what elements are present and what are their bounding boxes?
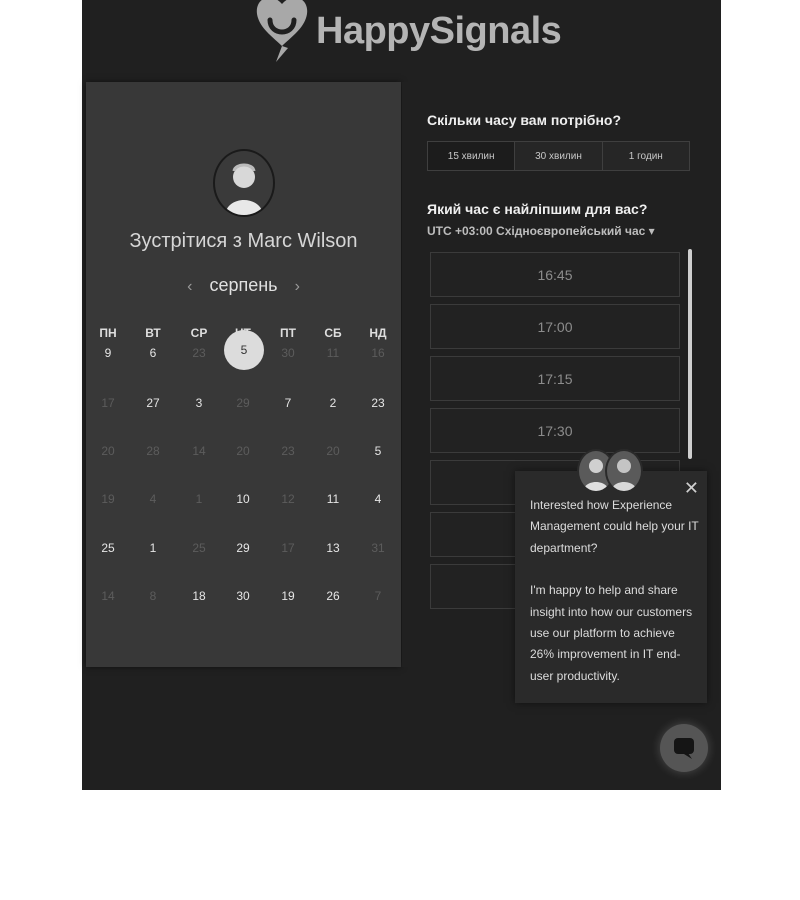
calendar-day[interactable]: 7 (273, 396, 303, 410)
chat-message-line: I'm happy to help and share insight into… (530, 583, 693, 683)
calendar-day[interactable]: 9 (93, 346, 123, 360)
calendar-day: 11 (326, 346, 340, 360)
calendar-day: 30 (281, 346, 295, 360)
meeting-title: Зустрітися з Marc Wilson (129, 230, 358, 252)
time-slot[interactable]: 17:00 (430, 304, 680, 349)
weekday-label: СБ (324, 326, 342, 340)
time-slot[interactable]: 17:15 (430, 356, 680, 401)
calendar-day: 31 (371, 541, 385, 555)
weekday-label: ПН (99, 326, 117, 340)
calendar-day: 20 (326, 444, 340, 458)
chat-launcher-button[interactable] (660, 724, 708, 772)
time-slot[interactable]: 17:30 (430, 408, 680, 453)
calendar-day: 16 (371, 346, 385, 360)
time-question: Який час є найліпшим для вас? (427, 201, 648, 217)
calendar-day: 17 (101, 396, 115, 410)
calendar-day[interactable]: 18 (184, 589, 214, 603)
calendar-day[interactable]: 4 (363, 492, 393, 506)
calendar-day[interactable]: 25 (93, 541, 123, 555)
calendar-day: 14 (101, 589, 115, 603)
host-avatar (213, 149, 275, 217)
weekday-label: НД (369, 326, 387, 340)
calendar-day[interactable]: 30 (228, 589, 258, 603)
calendar-day[interactable]: 13 (318, 541, 348, 555)
calendar-day: 23 (192, 346, 206, 360)
time-slot[interactable]: 16:45 (430, 252, 680, 297)
heart-logo-icon (256, 0, 308, 62)
duration-option-30[interactable]: 30 хвилин (515, 142, 603, 170)
chat-message-line: Interested how Experience Management cou… (530, 498, 699, 555)
month-navigation: ‹ серпень › (86, 275, 401, 296)
calendar-day: 7 (374, 589, 382, 603)
calendar-panel: Зустрітися з Marc Wilson ‹ серпень › ПН В… (86, 82, 401, 667)
calendar-day[interactable]: 19 (273, 589, 303, 603)
duration-option-60[interactable]: 1 годин (603, 142, 689, 170)
calendar-day: 19 (101, 492, 115, 506)
calendar-day[interactable]: 3 (184, 396, 214, 410)
calendar-day: 8 (149, 589, 157, 603)
calendar-day[interactable]: 26 (318, 589, 348, 603)
calendar-day: 29 (236, 396, 250, 410)
calendar-day[interactable]: 2 (318, 396, 348, 410)
calendar-day[interactable]: 6 (138, 346, 168, 360)
weekday-label: ПТ (280, 326, 296, 340)
weekday-label: ВТ (145, 326, 161, 340)
calendar-day: 4 (149, 492, 157, 506)
calendar-day: 25 (192, 541, 206, 555)
chat-message: Interested how Experience Management cou… (530, 495, 700, 687)
time-slots-scrollbar[interactable] (688, 249, 692, 459)
duration-question: Скільки часу вам потрібно? (427, 112, 622, 128)
calendar-day[interactable]: 5 (363, 444, 393, 458)
calendar-day[interactable]: 23 (363, 396, 393, 410)
chat-bubble-icon (674, 738, 694, 759)
chevron-right-icon[interactable]: › (295, 278, 300, 295)
chat-agents (577, 449, 647, 493)
calendar-day: 1 (195, 492, 203, 506)
chevron-left-icon[interactable]: ‹ (187, 278, 192, 295)
calendar-day[interactable]: 11 (318, 492, 348, 506)
calendar-day: 23 (281, 444, 295, 458)
month-label: серпень (209, 275, 278, 295)
calendar-day: 14 (192, 444, 206, 458)
calendar-day: 12 (281, 492, 295, 506)
calendar-day[interactable]: 10 (228, 492, 258, 506)
calendar-day: 20 (236, 444, 250, 458)
happysignals-logo: HappySignals (252, 0, 562, 72)
calendar-day[interactable]: 29 (228, 541, 258, 555)
duration-option-15[interactable]: 15 хвилин (428, 142, 516, 170)
timezone-dropdown[interactable]: UTC +03:00 Східноєвропейський час ▾ (427, 224, 655, 238)
calendar-day[interactable]: 1 (138, 541, 168, 555)
chat-popup: ✕ Interested how Experience Management c… (515, 449, 707, 703)
calendar-day: 20 (101, 444, 115, 458)
weekday-label: СР (190, 326, 208, 340)
brand-name: HappySignals (316, 10, 562, 52)
calendar-day[interactable]: 27 (138, 396, 168, 410)
calendar-day: 28 (146, 444, 160, 458)
agent-avatar (605, 449, 643, 493)
selected-day[interactable]: 5 (224, 330, 264, 370)
calendar-day: 17 (281, 541, 295, 555)
duration-selector: 15 хвилин 30 хвилин 1 годин (427, 141, 690, 171)
